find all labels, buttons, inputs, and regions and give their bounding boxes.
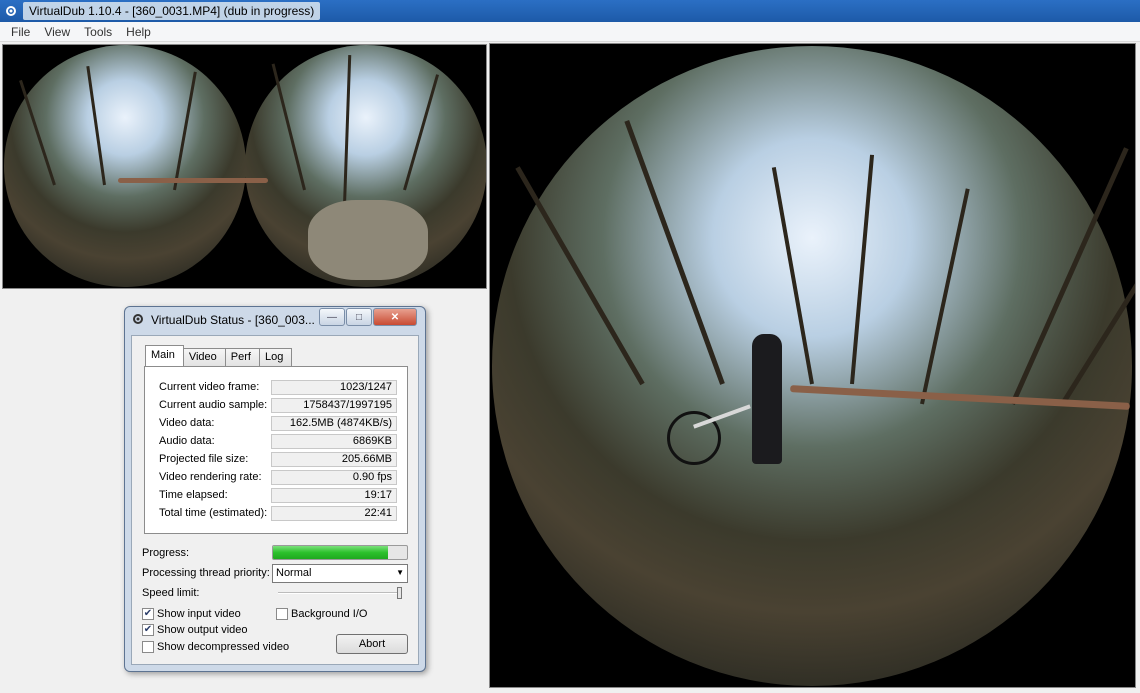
tab-video[interactable]: Video: [182, 348, 226, 366]
checkbox[interactable]: [276, 608, 288, 620]
maximize-button[interactable]: □: [346, 308, 372, 326]
stat-row: Time elapsed: 19:17: [159, 488, 399, 504]
stat-value: 19:17: [271, 488, 397, 503]
title-bar: VirtualDub 1.10.4 - [360_0031.MP4] (dub …: [0, 0, 1140, 22]
close-button[interactable]: ✕: [373, 308, 417, 326]
output-video-pane[interactable]: [489, 43, 1136, 688]
priority-select[interactable]: Normal ▼: [272, 564, 408, 583]
menu-help[interactable]: Help: [119, 25, 158, 39]
stat-label: Video data:: [159, 417, 215, 429]
stat-value: 162.5MB (4874KB/s): [271, 416, 397, 431]
chevron-down-icon: ▼: [396, 568, 404, 577]
stat-value: 6869KB: [271, 434, 397, 449]
progress-label: Progress:: [142, 547, 190, 559]
progress-fill: [273, 546, 389, 559]
status-dialog: VirtualDub Status - [360_003... — □ ✕ Ma…: [124, 306, 426, 672]
show-output-video-checkbox[interactable]: ✔ Show output video: [142, 624, 248, 636]
menu-bar: File View Tools Help: [0, 22, 1140, 42]
stat-label: Projected file size:: [159, 453, 249, 465]
priority-label: Processing thread priority:: [142, 567, 270, 579]
stat-row: Audio data: 6869KB: [159, 434, 399, 450]
tab-perf[interactable]: Perf: [224, 348, 260, 366]
checkbox[interactable]: [142, 641, 154, 653]
stat-label: Current audio sample:: [159, 399, 268, 411]
priority-value: Normal: [276, 567, 312, 579]
menu-tools[interactable]: Tools: [77, 25, 119, 39]
tab-strip: Main Video Perf Log: [145, 345, 293, 366]
abort-button[interactable]: Abort: [336, 634, 408, 654]
stat-value: 205.66MB: [271, 452, 397, 467]
slider-thumb[interactable]: [397, 587, 402, 599]
dialog-body: Main Video Perf Log Current video frame:…: [131, 335, 419, 665]
stat-label: Audio data:: [159, 435, 215, 447]
window-title: VirtualDub 1.10.4 - [360_0031.MP4] (dub …: [23, 2, 321, 20]
show-input-video-checkbox[interactable]: ✔ Show input video: [142, 608, 241, 620]
tab-log[interactable]: Log: [258, 348, 293, 366]
speed-limit-slider[interactable]: [278, 587, 402, 599]
rock: [308, 200, 428, 280]
stat-value: 1758437/1997195: [271, 398, 397, 413]
checkbox-label: Show decompressed video: [157, 641, 290, 653]
cyclist: [752, 334, 782, 464]
stat-row: Current video frame: 1023/1247: [159, 380, 399, 396]
stat-row: Current audio sample: 1758437/1997195: [159, 398, 399, 414]
dialog-titlebar[interactable]: VirtualDub Status - [360_003... — □ ✕: [125, 307, 425, 333]
stat-label: Time elapsed:: [159, 489, 228, 501]
stat-row: Projected file size: 205.66MB: [159, 452, 399, 468]
stat-label: Current video frame:: [159, 381, 260, 393]
gear-icon: [131, 312, 145, 329]
checkbox-label: Show input video: [157, 608, 241, 620]
main-tab-panel: Current video frame: 1023/1247 Current a…: [144, 366, 408, 534]
stat-row: Video rendering rate: 0.90 fps: [159, 470, 399, 486]
stat-value: 1023/1247: [271, 380, 397, 395]
progress-bar: [272, 545, 408, 560]
tab-main[interactable]: Main: [145, 345, 184, 366]
checkbox[interactable]: ✔: [142, 624, 154, 636]
stat-label: Video rendering rate:: [159, 471, 262, 483]
input-video-pane[interactable]: [2, 44, 487, 289]
gear-icon[interactable]: [3, 3, 19, 19]
stat-value: 0.90 fps: [271, 470, 397, 485]
stat-row: Video data: 162.5MB (4874KB/s): [159, 416, 399, 432]
stat-value: 22:41: [271, 506, 397, 521]
checkbox-label: Show output video: [157, 624, 248, 636]
menu-file[interactable]: File: [4, 25, 37, 39]
menu-view[interactable]: View: [37, 25, 77, 39]
checkbox[interactable]: ✔: [142, 608, 154, 620]
output-fisheye: [492, 46, 1132, 686]
show-decompressed-video-checkbox[interactable]: Show decompressed video: [142, 641, 289, 653]
dialog-title: VirtualDub Status - [360_003...: [151, 313, 315, 327]
fallen-log: [118, 178, 268, 183]
speed-limit-label: Speed limit:: [142, 587, 200, 599]
input-fisheye-left: [4, 45, 246, 287]
background-io-checkbox[interactable]: Background I/O: [276, 608, 367, 620]
checkbox-label: Background I/O: [291, 608, 368, 620]
stat-label: Total time (estimated):: [159, 507, 268, 519]
minimize-button[interactable]: —: [319, 308, 345, 326]
stat-row: Total time (estimated): 22:41: [159, 506, 399, 522]
